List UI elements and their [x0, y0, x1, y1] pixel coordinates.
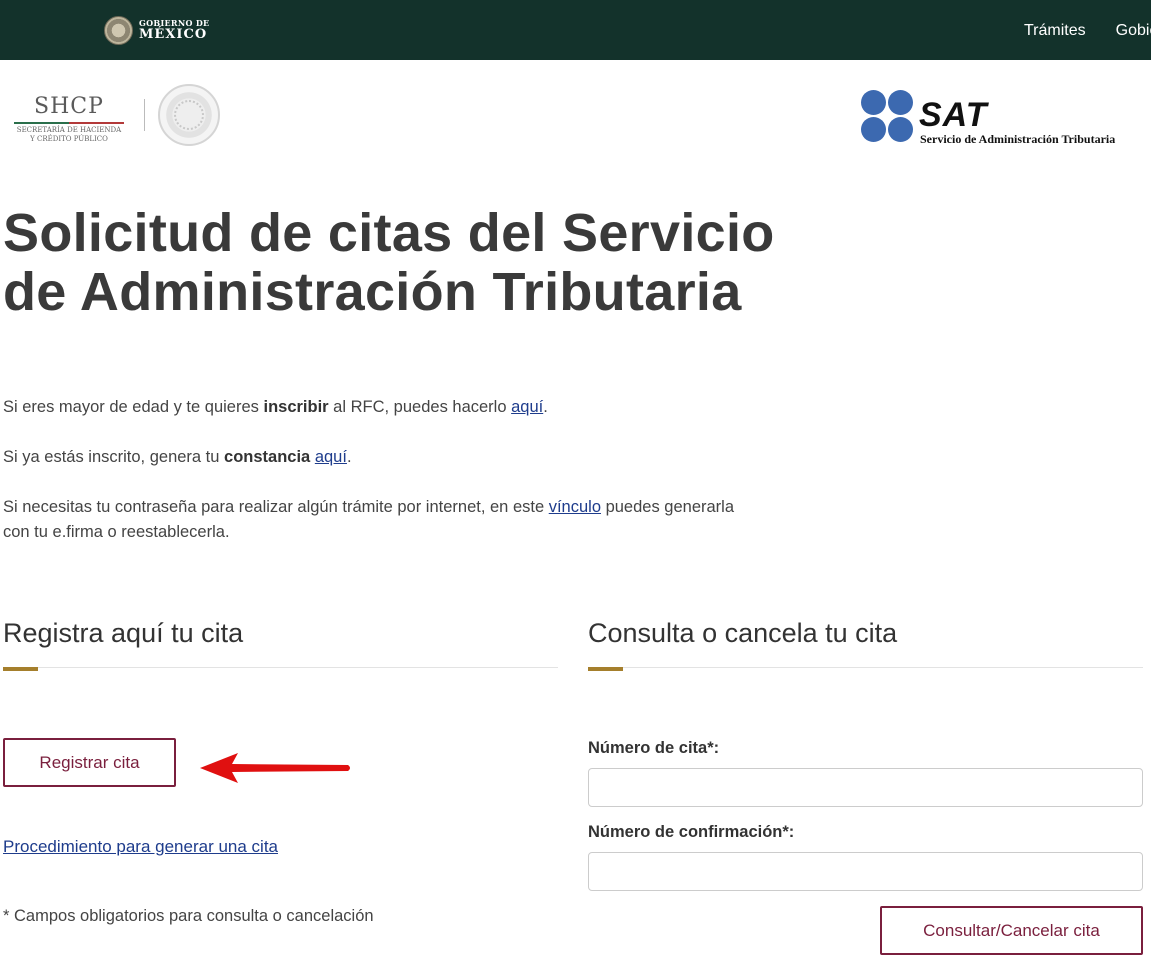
- numero-cita-input[interactable]: [588, 768, 1143, 807]
- numero-confirmacion-input[interactable]: [588, 852, 1143, 891]
- sat-logo: SAT Servicio de Administración Tributari…: [861, 90, 1141, 152]
- mexico-emblem-icon: [104, 15, 133, 45]
- intro-constancia: Si ya estás inscrito, genera tu constanc…: [3, 448, 352, 466]
- shcp-title: SHCP: [34, 94, 104, 119]
- intro-inscribir: Si eres mayor de edad y te quieres inscr…: [3, 398, 548, 416]
- numero-cita-label: Número de cita*:: [588, 739, 720, 757]
- registrar-cita-button[interactable]: Registrar cita: [3, 738, 176, 787]
- consult-section-title: Consulta o cancela tu cita: [588, 618, 898, 648]
- logo-separator: [144, 99, 145, 131]
- constancia-link[interactable]: aquí: [315, 448, 347, 466]
- page-title: Solicitud de citas del Servicio de Admin…: [3, 203, 775, 322]
- top-nav-links: Trámites Gobierno: [1024, 22, 1151, 40]
- shcp-sub-line1: SECRETARÍA DE HACIENDA: [16, 126, 122, 134]
- intro-contrasena: Si necesitas tu contraseña para realizar…: [3, 498, 735, 541]
- sat-wordmark: SAT: [919, 96, 988, 134]
- shcp-logo: SHCP SECRETARÍA DE HACIENDA Y CRÉDITO PÚ…: [10, 96, 128, 144]
- contrasena-link[interactable]: vínculo: [549, 498, 601, 516]
- red-arrow-icon: [200, 753, 350, 783]
- numero-confirmacion-label: Número de confirmación*:: [588, 823, 795, 841]
- inscribir-link[interactable]: aquí: [511, 398, 543, 416]
- sat-subtitle: Servicio de Administración Tributaria: [920, 132, 1116, 146]
- national-seal-icon: [158, 84, 220, 146]
- sat-dots-icon: [861, 90, 915, 144]
- register-section-title: Registra aquí tu cita: [3, 618, 244, 648]
- nav-tramites[interactable]: Trámites: [1024, 22, 1086, 40]
- consultar-cancelar-button[interactable]: Consultar/Cancelar cita: [880, 906, 1143, 955]
- logo-small-text: GOBIERNO DE: [139, 18, 210, 28]
- procedure-link[interactable]: Procedimiento para generar una cita: [3, 837, 278, 857]
- register-section-divider: [3, 667, 558, 668]
- shcp-divider: [14, 122, 124, 124]
- shcp-sub-line2: Y CRÉDITO PÚBLICO: [30, 134, 108, 143]
- consult-section-accent: [588, 667, 623, 671]
- required-fields-note: * Campos obligatorios para consulta o ca…: [3, 907, 374, 925]
- gobierno-mexico-logo[interactable]: GOBIERNO DE MÉXICO: [104, 14, 209, 46]
- logo-big-text: MÉXICO: [139, 27, 208, 42]
- consult-section-divider: [588, 667, 1143, 668]
- nav-gobierno[interactable]: Gobierno: [1116, 22, 1151, 40]
- register-section-accent: [3, 667, 38, 671]
- top-navbar: GOBIERNO DE MÉXICO Trámites Gobierno: [0, 0, 1151, 60]
